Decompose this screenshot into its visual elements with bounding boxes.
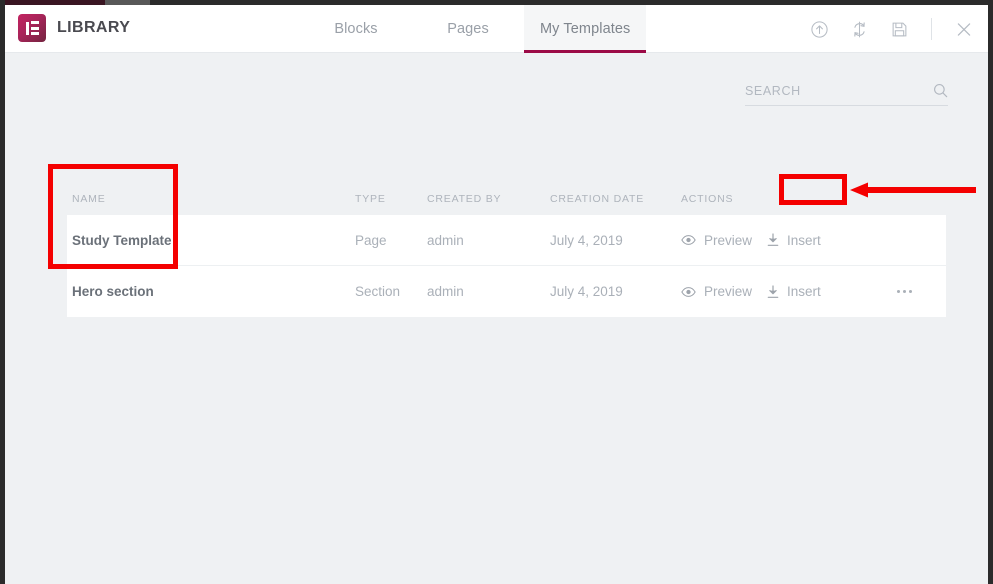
logo-bar-3 — [30, 32, 39, 35]
search-input[interactable] — [745, 83, 910, 98]
column-header-creation-date: CREATION DATE — [550, 193, 645, 205]
preview-button[interactable]: Preview — [681, 284, 767, 299]
insert-label: Insert — [787, 284, 821, 299]
import-icon[interactable] — [809, 19, 829, 39]
insert-label: Insert — [787, 232, 821, 248]
download-icon — [767, 284, 779, 299]
template-created-by: admin — [427, 232, 464, 248]
logo-bar-2 — [30, 26, 39, 30]
library-modal: LIBRARY Blocks Pages My Templates SEARCH… — [5, 5, 988, 584]
library-brand: LIBRARY — [18, 14, 130, 42]
tab-pages[interactable]: Pages — [412, 5, 524, 53]
table-row[interactable]: Study Template Page admin July 4, 2019 P… — [67, 215, 946, 266]
more-dot-3 — [909, 290, 912, 293]
tab-my-templates[interactable]: My Templates — [524, 5, 647, 53]
library-body: NAME TYPE CREATED BY CREATION DATE ACTIO… — [5, 53, 988, 584]
screenshot-root: LIBRARY Blocks Pages My Templates SEARCH… — [0, 0, 993, 584]
save-icon[interactable] — [889, 19, 909, 39]
header-divider — [931, 18, 932, 40]
insert-button[interactable]: Insert — [767, 284, 895, 299]
tab-blocks-label: Blocks — [334, 21, 378, 37]
preview-label: Preview — [704, 232, 753, 248]
elementor-logo-mark — [25, 21, 39, 35]
library-header: LIBRARY Blocks Pages My Templates — [5, 5, 988, 53]
template-creation-date: July 4, 2019 — [550, 284, 623, 299]
templates-table: NAME TYPE CREATED BY CREATION DATE ACTIO… — [67, 183, 946, 317]
download-icon — [767, 233, 779, 247]
logo-horizontal-bars — [30, 21, 39, 35]
library-title: LIBRARY — [57, 19, 131, 36]
tab-pages-label: Pages — [447, 21, 489, 37]
more-dot-1 — [897, 290, 900, 293]
template-actions: Preview Insert — [681, 284, 931, 299]
templates-table-header: NAME TYPE CREATED BY CREATION DATE ACTIO… — [67, 183, 946, 215]
more-dot-2 — [903, 290, 906, 293]
browser-chrome-left-edge — [0, 0, 5, 584]
more-options-icon[interactable] — [897, 290, 912, 293]
column-header-created-by: CREATED BY — [427, 193, 502, 205]
library-tabs: Blocks Pages My Templates — [300, 5, 647, 53]
elementor-logo-icon — [18, 14, 46, 42]
table-row[interactable]: Hero section Section admin July 4, 2019 — [67, 266, 946, 317]
eye-icon — [681, 234, 696, 246]
tab-my-templates-label: My Templates — [540, 21, 631, 37]
logo-vertical-bar — [25, 21, 29, 35]
tab-blocks[interactable]: Blocks — [300, 5, 412, 53]
preview-label: Preview — [704, 284, 753, 299]
browser-chrome-right-edge — [988, 0, 993, 584]
template-name[interactable]: Hero section — [72, 284, 355, 299]
column-header-name: NAME — [72, 193, 106, 205]
templates-table-body: Study Template Page admin July 4, 2019 P… — [67, 215, 946, 317]
eye-icon — [681, 286, 696, 298]
template-actions: Preview Insert — [681, 233, 931, 248]
template-name[interactable]: Study Template — [72, 233, 355, 248]
search-icon[interactable] — [933, 83, 948, 98]
column-header-type: TYPE — [355, 193, 386, 205]
template-type: Section — [355, 284, 401, 299]
header-actions — [809, 5, 974, 53]
preview-button[interactable]: Preview — [681, 233, 767, 248]
close-icon[interactable] — [954, 19, 974, 39]
template-type: Page — [355, 232, 387, 248]
column-header-actions: ACTIONS — [681, 193, 734, 205]
template-creation-date: July 4, 2019 — [550, 232, 623, 248]
logo-bar-1 — [30, 21, 39, 24]
insert-button[interactable]: Insert — [767, 233, 895, 248]
search-field — [745, 83, 948, 106]
template-created-by: admin — [427, 284, 464, 299]
sync-icon[interactable] — [849, 19, 869, 39]
